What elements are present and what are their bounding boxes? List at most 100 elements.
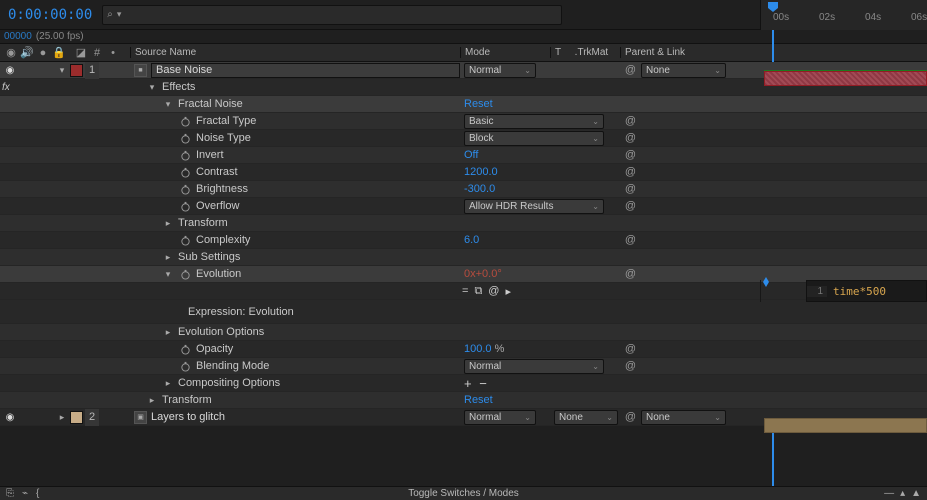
number-column-header[interactable]: # xyxy=(90,46,104,60)
property-dropdown[interactable]: Normal⌄ xyxy=(464,359,604,374)
layer-row[interactable]: ◉ ▸ 2 ▣ Layers to glitch Normal⌄ None⌄ @… xyxy=(0,409,927,426)
parent-dropdown[interactable]: None⌄ xyxy=(641,63,726,78)
pickwhip-icon[interactable]: @ xyxy=(624,64,637,77)
reset-button[interactable]: Reset xyxy=(464,394,493,406)
property-value[interactable]: 100.0 xyxy=(464,343,492,355)
video-column-icon[interactable]: ◉ xyxy=(4,46,18,60)
trkmat-t-header[interactable]: T xyxy=(555,47,561,58)
property-row[interactable]: Complexity 6.0 @ xyxy=(0,232,927,249)
brainstorm-button[interactable]: ⌁ xyxy=(22,488,28,499)
property-row[interactable]: Overflow Allow HDR Results⌄ @ xyxy=(0,198,927,215)
stopwatch-icon[interactable] xyxy=(178,114,192,128)
parent-column-header[interactable]: Parent & Link xyxy=(620,47,760,58)
layer-color-swatch[interactable] xyxy=(70,411,83,424)
property-group-row[interactable]: ▸ Evolution Options xyxy=(0,324,927,341)
twirl-right-icon[interactable]: ▸ xyxy=(162,327,174,338)
transform-group-row[interactable]: ▸ Transform Reset xyxy=(0,392,927,409)
stopwatch-icon[interactable] xyxy=(178,359,192,373)
label-column-icon[interactable]: ◪ xyxy=(74,46,88,60)
stopwatch-icon[interactable] xyxy=(178,342,192,356)
property-value[interactable]: -300.0 xyxy=(464,183,495,195)
pickwhip-icon[interactable]: @ xyxy=(624,200,637,213)
property-row[interactable]: Brightness -300.0 @ xyxy=(0,181,927,198)
rotation-degrees[interactable]: +0.0° xyxy=(476,268,502,280)
stopwatch-icon[interactable] xyxy=(178,131,192,145)
lock-column-icon[interactable]: 🔒 xyxy=(52,46,66,60)
reset-button[interactable]: Reset xyxy=(464,98,493,110)
pickwhip-icon[interactable]: @ xyxy=(624,183,637,196)
blend-mode-dropdown[interactable]: Normal⌄ xyxy=(464,63,536,78)
property-row[interactable]: Contrast 1200.0 @ xyxy=(0,164,927,181)
source-name-column-header[interactable]: Source Name xyxy=(130,47,460,58)
twirl-right-icon[interactable]: ▸ xyxy=(162,378,174,389)
property-row[interactable]: Fractal Type Basic⌄ @ xyxy=(0,113,927,130)
add-remove-buttons[interactable]: + − xyxy=(464,376,489,391)
property-group-row[interactable]: ▸ Sub Settings xyxy=(0,249,927,266)
pickwhip-icon[interactable]: @ xyxy=(624,115,637,128)
twirl-down-icon[interactable]: ▾ xyxy=(146,82,158,93)
twirl-down-icon[interactable]: ▾ xyxy=(56,65,68,76)
stopwatch-icon[interactable] xyxy=(178,165,192,179)
stopwatch-icon[interactable] xyxy=(178,267,192,281)
expression-language-icon[interactable]: ▸ xyxy=(505,285,511,298)
expression-pickwhip-icon[interactable]: @ xyxy=(488,285,499,298)
twirl-right-icon[interactable]: ▸ xyxy=(146,395,158,406)
stopwatch-icon[interactable] xyxy=(178,182,192,196)
mode-column-header[interactable]: Mode xyxy=(460,47,550,58)
stopwatch-icon[interactable] xyxy=(178,199,192,213)
toggle-expand-button[interactable]: { xyxy=(36,488,39,499)
property-dropdown[interactable]: Block⌄ xyxy=(464,131,604,146)
expression-graph-icon[interactable]: ⧉ xyxy=(474,285,482,298)
stopwatch-icon[interactable] xyxy=(178,233,192,247)
property-value[interactable]: 6.0 xyxy=(464,234,479,246)
solo-column-icon[interactable]: ● xyxy=(36,46,50,60)
layer-search-input[interactable]: ⌕▾ xyxy=(102,5,562,25)
audio-column-icon[interactable]: 🔊 xyxy=(20,46,34,60)
layer-color-swatch[interactable] xyxy=(70,64,83,77)
property-group-row[interactable]: ▸ Compositing Options + − xyxy=(0,375,927,392)
expression-editor[interactable]: 1 time*500 xyxy=(806,280,927,302)
property-group-row[interactable]: ▸ Transform xyxy=(0,215,927,232)
pickwhip-icon[interactable]: @ xyxy=(624,166,637,179)
zoom-to-frame-button[interactable]: — xyxy=(884,488,894,499)
twirl-down-icon[interactable]: ▾ xyxy=(162,99,174,110)
layer-name-input[interactable]: Base Noise xyxy=(151,63,460,78)
time-ruler[interactable]: 00s 02s 04s 06s xyxy=(760,0,927,30)
trkmat-column-header[interactable]: .TrkMat xyxy=(575,47,609,58)
pickwhip-icon[interactable]: @ xyxy=(624,149,637,162)
pickwhip-icon[interactable]: @ xyxy=(624,132,637,145)
video-toggle[interactable]: ◉ xyxy=(4,64,16,76)
property-value[interactable]: 1200.0 xyxy=(464,166,498,178)
toggle-switches-modes-button[interactable]: Toggle Switches / Modes xyxy=(408,488,519,499)
property-dropdown[interactable]: Allow HDR Results⌄ xyxy=(464,199,604,214)
property-dropdown[interactable]: Basic⌄ xyxy=(464,114,604,129)
zoom-out-icon[interactable]: ▴ xyxy=(900,488,905,499)
property-row[interactable]: Noise Type Block⌄ @ xyxy=(0,130,927,147)
pickwhip-icon[interactable]: @ xyxy=(624,343,637,356)
property-row[interactable]: Invert Off @ xyxy=(0,147,927,164)
twirl-right-icon[interactable]: ▸ xyxy=(162,252,174,263)
property-value[interactable]: Off xyxy=(464,149,478,161)
property-row[interactable]: Opacity 100.0 % @ xyxy=(0,341,927,358)
blend-mode-dropdown[interactable]: Normal⌄ xyxy=(464,410,536,425)
stopwatch-icon[interactable] xyxy=(178,148,192,162)
pickwhip-icon[interactable]: @ xyxy=(624,360,637,373)
parent-dropdown[interactable]: None⌄ xyxy=(641,410,726,425)
zoom-in-icon[interactable]: ▲ xyxy=(911,488,921,499)
shy-column-icon[interactable]: • xyxy=(106,46,120,60)
trkmat-dropdown[interactable]: None⌄ xyxy=(554,410,618,425)
layer-name[interactable]: Layers to glitch xyxy=(151,411,225,423)
twirl-right-icon[interactable]: ▸ xyxy=(162,218,174,229)
pickwhip-icon[interactable]: @ xyxy=(624,268,637,281)
expression-enable-icon[interactable]: = xyxy=(462,285,468,298)
pickwhip-icon[interactable]: @ xyxy=(624,234,637,247)
twirl-down-icon[interactable]: ▾ xyxy=(162,269,174,280)
twirl-right-icon[interactable]: ▸ xyxy=(56,412,68,423)
expression-code[interactable]: time*500 xyxy=(827,285,886,298)
pickwhip-icon[interactable]: @ xyxy=(624,411,637,424)
video-toggle[interactable]: ◉ xyxy=(4,411,16,423)
layer-row[interactable]: ◉ ▾ 1 ■ Base Noise Normal⌄ @ None⌄ xyxy=(0,62,927,79)
effect-row[interactable]: ▾ Fractal Noise Reset xyxy=(0,96,927,113)
property-row[interactable]: Blending Mode Normal⌄ @ xyxy=(0,358,927,375)
render-queue-button[interactable]: ⎘ xyxy=(6,488,14,499)
